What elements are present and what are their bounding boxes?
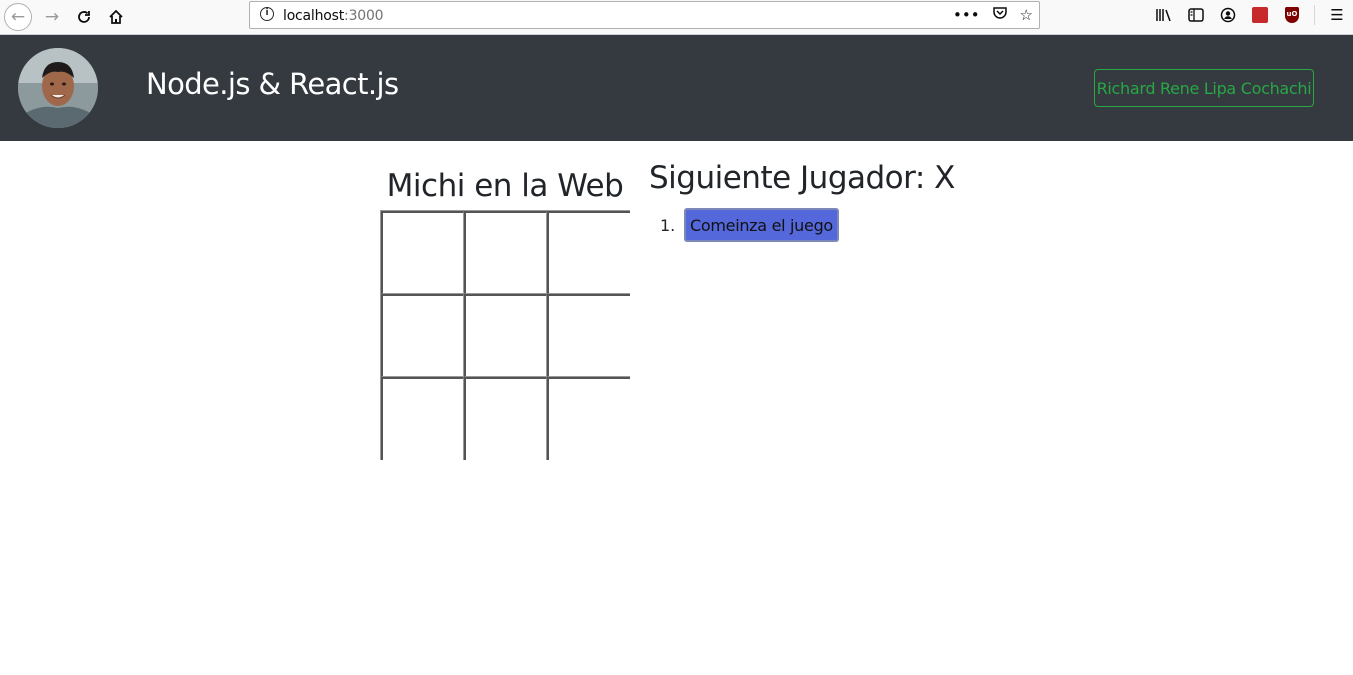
avatar: [18, 48, 98, 128]
game-board: [380, 210, 630, 460]
board-square[interactable]: [381, 211, 464, 294]
toolbar-divider: [1314, 5, 1315, 25]
board-square[interactable]: [547, 294, 630, 377]
game-title: Michi en la Web: [386, 168, 624, 204]
board-square[interactable]: [464, 377, 547, 460]
menu-hamburger-icon[interactable]: ☰: [1321, 1, 1353, 29]
sidebar-icon[interactable]: [1180, 1, 1212, 29]
author-button[interactable]: Richard Rene Lipa Cochachi: [1094, 69, 1314, 107]
board-square[interactable]: [464, 294, 547, 377]
ublock-shield-icon[interactable]: uO: [1276, 1, 1308, 29]
board-square[interactable]: [547, 211, 630, 294]
site-info-icon[interactable]: i: [260, 7, 274, 21]
board-square[interactable]: [381, 294, 464, 377]
next-player-status: Siguiente Jugador: X: [649, 160, 955, 196]
star-icon[interactable]: ☆: [1020, 6, 1033, 24]
move-history-list: 1. Comeinza el juego: [660, 208, 839, 242]
library-icon[interactable]: [1148, 1, 1180, 29]
pocket-icon[interactable]: [992, 5, 1008, 25]
home-icon[interactable]: [102, 3, 130, 31]
board-square[interactable]: [547, 377, 630, 460]
browser-toolbar: ← → i localhost:3000 ••• ☆ uO ☰: [0, 0, 1353, 35]
url-text[interactable]: localhost:3000: [283, 8, 384, 24]
account-icon[interactable]: [1212, 1, 1244, 29]
board-square[interactable]: [464, 211, 547, 294]
extension-icon[interactable]: [1244, 1, 1276, 29]
back-arrow-icon[interactable]: ←: [4, 3, 32, 31]
brand-title[interactable]: Node.js & React.js: [146, 67, 399, 101]
forward-arrow-icon[interactable]: →: [38, 3, 66, 31]
move-history-item: 1. Comeinza el juego: [660, 208, 839, 242]
address-bar[interactable]: i localhost:3000 ••• ☆: [249, 1, 1040, 29]
move-number: 1.: [660, 215, 676, 235]
page-actions-icon[interactable]: •••: [953, 6, 980, 24]
start-game-button[interactable]: Comeinza el juego: [684, 208, 839, 242]
reload-icon[interactable]: [70, 3, 98, 31]
app-navbar: Node.js & React.js Richard Rene Lipa Coc…: [0, 35, 1353, 141]
board-square[interactable]: [381, 377, 464, 460]
